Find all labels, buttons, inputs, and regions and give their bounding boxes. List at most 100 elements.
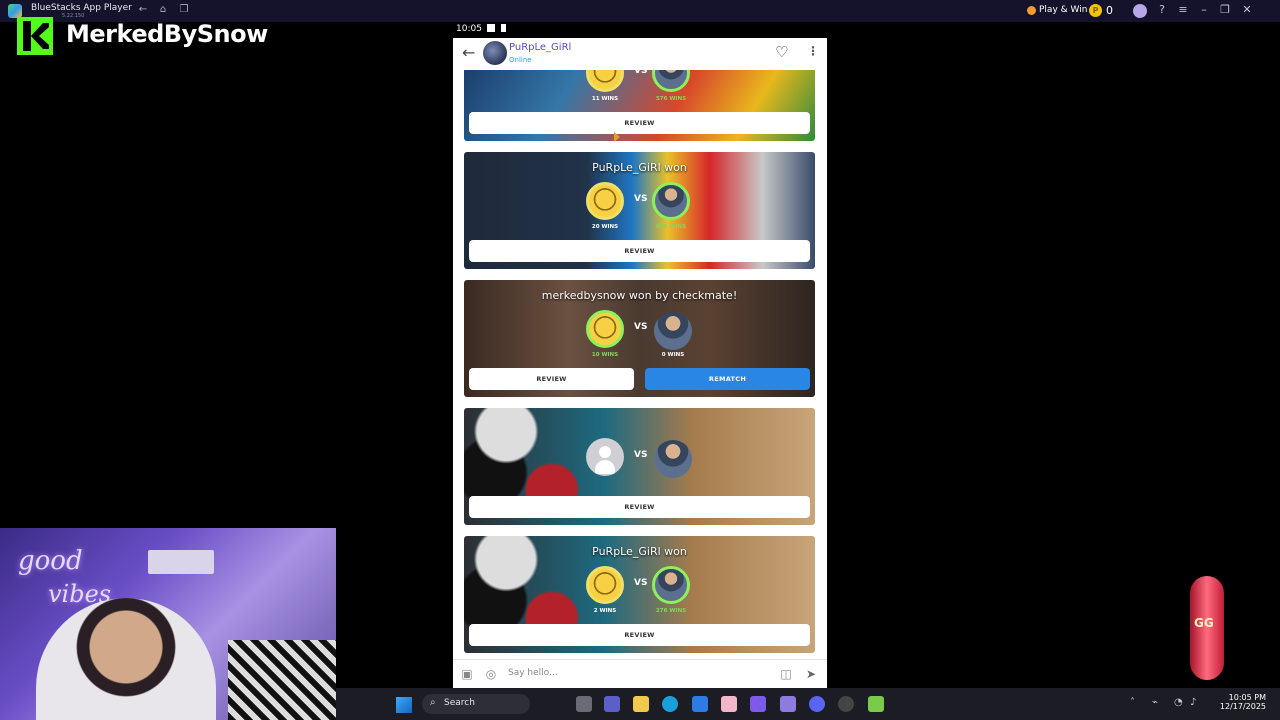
windows-taskbar: ⌕ Search ˄ ⌁ ◔ ♪ 10:05 PM 12/17/2025 — [336, 688, 1280, 720]
vs-label: VS — [634, 322, 648, 332]
obs-icon[interactable] — [838, 696, 854, 712]
review-button[interactable]: REVIEW — [469, 368, 634, 390]
player-avatar — [586, 310, 624, 348]
network-icon[interactable]: ⌁ — [1152, 697, 1158, 708]
match-result-title: PuRpLe_GiRl won — [592, 161, 687, 174]
webcam-overlay: good vibes — [0, 528, 336, 720]
contact-name[interactable]: PuRpLe_GiRl — [509, 42, 571, 53]
vs-label: VS — [634, 450, 648, 460]
message-input[interactable]: Say hello... — [508, 668, 558, 678]
match-result-title: PuRpLe_GiRl won — [592, 545, 687, 558]
status-time: 10:05 — [456, 24, 482, 34]
vs-label: VS — [634, 194, 648, 204]
app-title: BlueStacks App Player — [31, 3, 132, 13]
coin-count: 0 — [1106, 4, 1113, 17]
opponent-wins: 0 WINS — [661, 352, 685, 358]
opponent-avatar — [654, 440, 692, 478]
back-icon[interactable]: ← — [137, 4, 149, 16]
player-avatar — [586, 566, 624, 604]
taskbar-search[interactable]: ⌕ Search — [422, 694, 530, 714]
opponent-wins: 276 WINS — [655, 608, 687, 614]
opponent-wins: 576 WINS — [655, 96, 687, 102]
android-screen: 10:05 ← PuRpLe_GiRl Online ♡ ⋮ VS 11 WIN… — [453, 22, 827, 688]
opponent-avatar — [652, 70, 690, 92]
close-icon[interactable]: ✕ — [1240, 3, 1254, 17]
tray-chevron-icon[interactable]: ˄ — [1130, 697, 1135, 708]
review-button[interactable]: REVIEW — [469, 496, 810, 518]
review-button[interactable]: REVIEW — [469, 240, 810, 262]
bluestacks-icon[interactable] — [868, 696, 884, 712]
opponent-avatar — [654, 312, 692, 350]
player-avatar — [586, 182, 624, 220]
player-wins: 2 WINS — [593, 608, 617, 614]
play-win-button[interactable]: Play & Win — [1039, 5, 1087, 15]
match-card: VS 11 WINS 576 WINS REVIEW — [464, 70, 815, 141]
app-version: 5.22.150 — [62, 13, 85, 19]
copilot-icon[interactable] — [750, 696, 766, 712]
restore-icon[interactable]: ❐ — [1218, 3, 1232, 17]
volume-icon[interactable]: ♪ — [1190, 697, 1196, 708]
match-card: VS REVIEW — [464, 408, 815, 525]
minimize-icon[interactable]: – — [1197, 3, 1211, 17]
player-avatar — [586, 70, 624, 92]
back-arrow-icon[interactable]: ← — [462, 43, 475, 62]
sticker-icon[interactable]: ▣ — [460, 667, 474, 681]
teams-icon[interactable] — [604, 696, 620, 712]
review-button[interactable]: REVIEW — [469, 112, 810, 134]
tiltgg-logo-icon: GG — [1190, 576, 1224, 680]
gamepad-icon[interactable]: ◎ — [484, 667, 498, 681]
wifi-icon[interactable]: ◔ — [1174, 697, 1183, 708]
home-icon[interactable]: ⌂ — [157, 4, 169, 16]
player-wins: 11 WINS — [591, 96, 619, 102]
heart-icon[interactable]: ♡ — [775, 43, 788, 61]
task-view-icon[interactable] — [576, 696, 592, 712]
profile-avatar[interactable] — [1133, 4, 1147, 18]
clock-time: 10:05 PM — [1228, 693, 1266, 702]
kick-logo-icon — [17, 17, 53, 55]
more-options-icon[interactable]: ⋮ — [807, 44, 819, 58]
player-wins: 20 WINS — [591, 224, 619, 230]
review-button[interactable]: REVIEW — [469, 624, 810, 646]
match-card: PuRpLe_GiRl won VS 2 WINS 276 WINS REVIE… — [464, 536, 815, 653]
match-feed[interactable]: VS 11 WINS 576 WINS REVIEW PuRpLe_GiRl w… — [453, 70, 827, 659]
store-icon[interactable] — [692, 696, 708, 712]
windows-start-icon[interactable] — [396, 697, 412, 713]
message-input-bar: ▣ ◎ Say hello... ◫ ➤ — [453, 659, 827, 688]
send-icon[interactable]: ➤ — [804, 667, 818, 681]
opponent-avatar — [652, 566, 690, 604]
notification-icon — [487, 24, 495, 32]
help-icon[interactable]: ? — [1155, 3, 1169, 17]
discord-icon[interactable] — [809, 696, 825, 712]
app-icon[interactable] — [780, 696, 796, 712]
coin-icon: P — [1089, 4, 1102, 17]
neon-sign-text: good — [18, 546, 83, 576]
status-bar: 10:05 — [453, 22, 827, 38]
edge-icon[interactable] — [662, 696, 678, 712]
file-explorer-icon[interactable] — [633, 696, 649, 712]
app-icon[interactable] — [721, 696, 737, 712]
gif-icon[interactable]: ◫ — [779, 667, 793, 681]
multi-instance-icon[interactable]: ❐ — [178, 4, 190, 16]
contact-avatar[interactable] — [483, 41, 507, 65]
zebra-blanket — [228, 640, 336, 720]
opponent-wins: 885 WINS — [655, 224, 687, 230]
search-icon: ⌕ — [430, 697, 436, 708]
vs-label: VS — [634, 70, 648, 76]
channel-name: MerkedBySnow — [66, 20, 268, 48]
match-card: merkedbysnow won by checkmate! VS 10 WIN… — [464, 280, 815, 397]
rematch-button[interactable]: REMATCH — [645, 368, 810, 390]
air-conditioner — [148, 550, 214, 574]
match-card: PuRpLe_GiRl won VS 20 WINS 885 WINS REVI… — [464, 152, 815, 269]
opponent-avatar — [652, 182, 690, 220]
match-result-title: merkedbysnow won by checkmate! — [541, 289, 738, 302]
mouse-cursor-icon — [614, 132, 620, 142]
contact-status: Online — [509, 56, 532, 64]
play-win-icon[interactable] — [1027, 6, 1036, 15]
search-label: Search — [444, 698, 475, 708]
notification-icon — [501, 24, 506, 32]
menu-icon[interactable]: ≡ — [1176, 3, 1190, 17]
system-clock[interactable]: 10:05 PM 12/17/2025 — [1204, 693, 1266, 711]
bluestacks-titlebar: BlueStacks App Player 5.22.150 ← ⌂ ❐ Pla… — [0, 0, 1280, 22]
default-avatar-icon — [586, 438, 624, 476]
streamer — [36, 598, 216, 720]
